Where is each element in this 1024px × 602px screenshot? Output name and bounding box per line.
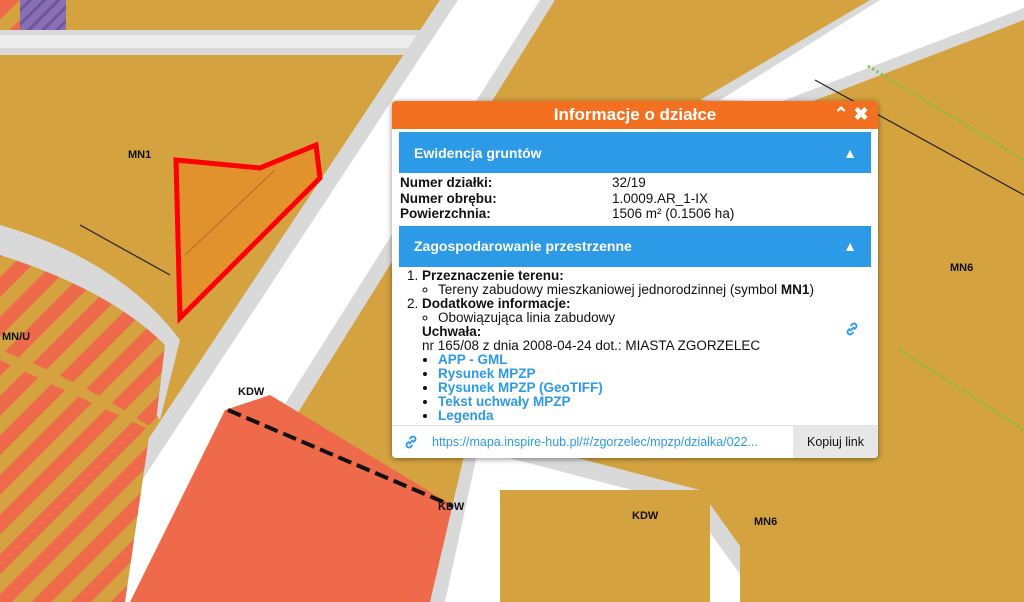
- cadastre-info: Numer działki: 32/19 Numer obrębu: 1.000…: [392, 173, 878, 222]
- label-kdw-top: KDW: [238, 386, 265, 398]
- plan-item-purpose: Przeznaczenie terenu: Tereny zabudowy mi…: [422, 267, 870, 297]
- planning-info: Przeznaczenie terenu: Tereny zabudowy mi…: [392, 267, 878, 427]
- bottom-parcel-2: [740, 470, 1024, 602]
- info-label: Powierzchnia:: [400, 206, 491, 221]
- popup-title: Informacje o działce: [553, 105, 717, 124]
- link-legenda[interactable]: Legenda: [438, 408, 494, 423]
- info-row: Numer obrębu: 1.0009.AR_1-IX: [400, 191, 870, 207]
- label-mn6-top: MN6: [950, 262, 973, 274]
- bottom-parcel: [500, 490, 710, 602]
- info-row: Powierzchnia: 1506 m² (0.1506 ha): [400, 206, 870, 222]
- info-value: 1.0009.AR_1-IX: [612, 190, 709, 206]
- link-tekst-uchwaly[interactable]: Tekst uchwały MPZP: [438, 394, 571, 409]
- section-planning-header[interactable]: Zagospodarowanie przestrzenne ▲: [399, 225, 871, 267]
- chain-link-icon[interactable]: [844, 321, 860, 337]
- link-rysunek-mpzp[interactable]: Rysunek MPZP: [438, 366, 536, 381]
- close-icon[interactable]: ✖: [852, 105, 870, 123]
- section-planning-title: Zagospodarowanie przestrzenne: [414, 238, 632, 254]
- plan-purpose-desc: Tereny zabudowy mieszkaniowej jednorodzi…: [438, 282, 870, 297]
- parcel-info-popup: Informacje o działce ⌃ ✖ Ewidencja grunt…: [392, 101, 878, 458]
- info-label: Numer działki:: [400, 175, 493, 190]
- popup-header: Informacje o działce ⌃ ✖: [392, 101, 878, 129]
- label-mnu: MN/U: [2, 331, 30, 343]
- chevron-up-icon: ▲: [843, 238, 857, 254]
- link-rysunek-geotiff[interactable]: Rysunek MPZP (GeoTIFF): [438, 380, 603, 395]
- copy-link-button[interactable]: Kopiuj link: [793, 426, 878, 458]
- info-label: Numer obrębu:: [400, 190, 497, 206]
- plan-additional-desc: Obowiązująca linia zabudowy: [438, 310, 870, 325]
- label-kdw-mid: KDW: [438, 501, 465, 513]
- section-cadastre-header[interactable]: Ewidencja gruntów ▲: [399, 132, 871, 173]
- label-kdw-right: KDW: [632, 510, 659, 522]
- info-value: 32/19: [612, 175, 646, 190]
- info-value: 1506 m² (0.1506 ha): [612, 206, 735, 221]
- mixed-zone-top: [0, 0, 20, 30]
- label-mn1: MN1: [128, 149, 151, 161]
- resolution-label: Uchwała:: [422, 323, 482, 339]
- plan-item-additional: Dodatkowe informacje: Obowiązująca linia…: [422, 295, 870, 423]
- street-top: [0, 35, 425, 48]
- section-cadastre-title: Ewidencja gruntów: [414, 144, 542, 161]
- chevron-up-icon: ▲: [843, 144, 857, 161]
- info-row: Numer działki: 32/19: [400, 175, 870, 191]
- share-url[interactable]: https://mapa.inspire-hub.pl/#/zgorzelec/…: [432, 435, 788, 449]
- plan-item-title: Przeznaczenie terenu:: [422, 267, 564, 283]
- share-url-bar: https://mapa.inspire-hub.pl/#/zgorzelec/…: [392, 425, 878, 458]
- label-mn6-bottom: MN6: [754, 516, 777, 528]
- resolution-text: nr 165/08 z dnia 2008-04-24 dot.: MIASTA…: [422, 337, 761, 353]
- collapse-icon[interactable]: ⌃: [832, 105, 850, 123]
- chain-link-icon: [405, 435, 417, 449]
- plan-item-title: Dodatkowe informacje:: [422, 295, 571, 311]
- link-app-gml[interactable]: APP - GML: [438, 352, 508, 367]
